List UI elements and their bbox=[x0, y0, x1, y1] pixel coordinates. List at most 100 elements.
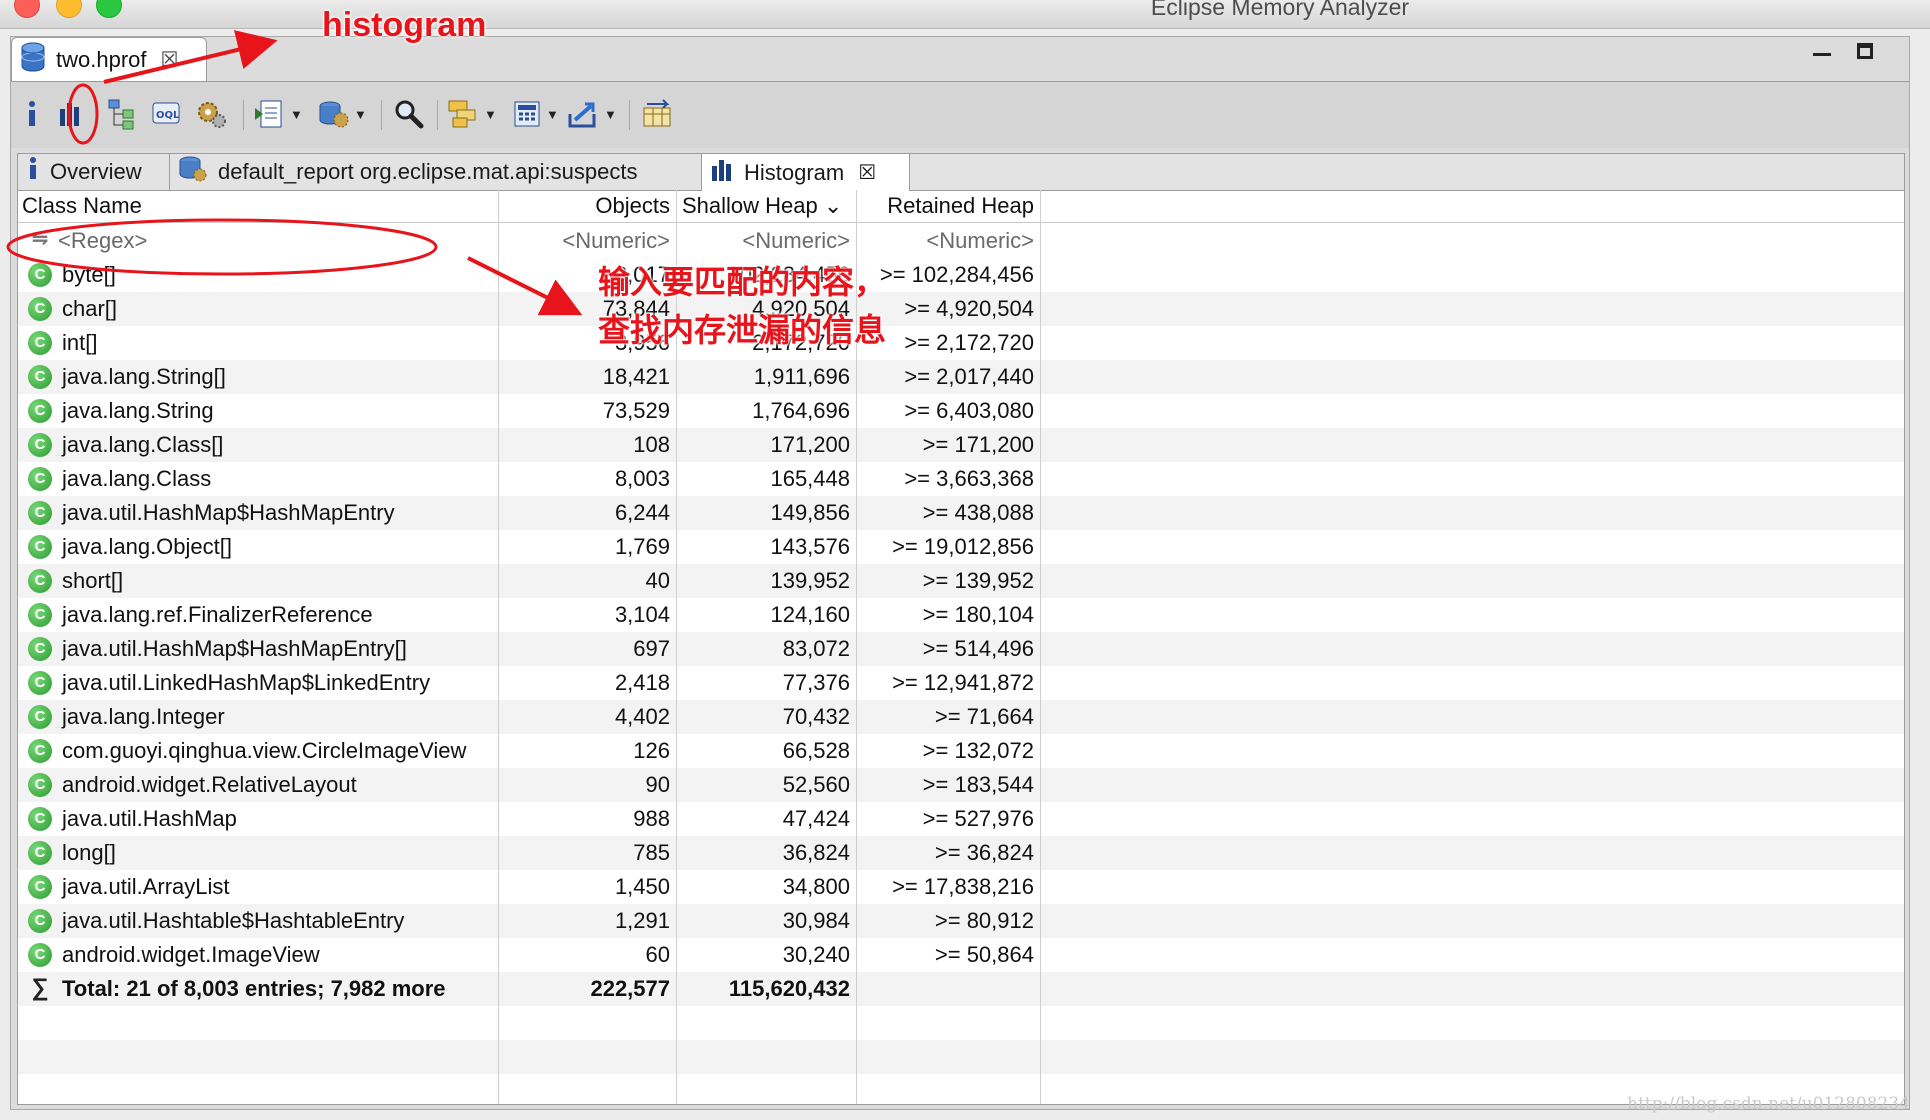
class-name-cell: java.lang.ref.FinalizerReference bbox=[62, 602, 373, 627]
chevron-down-icon[interactable]: ▼ bbox=[604, 107, 617, 122]
class-name-cell: java.lang.Integer bbox=[62, 704, 225, 729]
minimize-icon[interactable] bbox=[1813, 53, 1831, 56]
table-row[interactable]: Cjava.util.LinkedHashMap$LinkedEntry 2,41… bbox=[18, 666, 1904, 700]
retained-heap-numeric-filter[interactable]: <Numeric> bbox=[856, 224, 1040, 258]
objects-cell: 40 bbox=[645, 568, 670, 593]
window-controls bbox=[1813, 43, 1873, 59]
column-header-class-name[interactable]: Class Name bbox=[18, 190, 498, 222]
editor-tab-two-hprof[interactable]: two.hprof ☒ bbox=[11, 37, 207, 81]
chevron-down-icon[interactable]: ▼ bbox=[290, 107, 303, 122]
table-row[interactable]: Cjava.lang.Class[] 108 171,200 >= 171,200 bbox=[18, 428, 1904, 462]
calculate-heap-button[interactable]: ▼ bbox=[511, 96, 559, 132]
table-row[interactable]: Cjava.lang.ref.FinalizerReference 3,104 12… bbox=[18, 598, 1904, 632]
table-row[interactable]: Cjava.lang.Class 8,003 165,448 >= 3,663,368 bbox=[18, 462, 1904, 496]
table-row[interactable]: Cjava.lang.Integer 4,402 70,432 >= 71,664 bbox=[18, 700, 1904, 734]
shallow-heap-numeric-filter[interactable]: <Numeric> bbox=[676, 224, 856, 258]
tab-default-report[interactable]: default_report org.eclipse.mat.api:suspe… bbox=[170, 154, 702, 190]
column-divider[interactable] bbox=[498, 190, 499, 1104]
objects-cell: 6,244 bbox=[614, 500, 670, 525]
table-row[interactable]: Cjava.util.HashMap$HashMapEntry 6,244 149,… bbox=[18, 496, 1904, 530]
total-row[interactable]: ∑ Total: 21 of 8,003 entries; 7,982 more 2… bbox=[18, 972, 1904, 1006]
tab-histogram[interactable]: Histogram ☒ bbox=[702, 154, 910, 191]
table-row[interactable]: Cjava.util.HashMap$HashMapEntry[] 697 83,0… bbox=[18, 632, 1904, 666]
objects-numeric-filter[interactable]: <Numeric> bbox=[498, 224, 676, 258]
overview-button[interactable] bbox=[23, 96, 41, 132]
retained-heap-cell: >= 3,663,368 bbox=[904, 466, 1034, 491]
table-row[interactable]: Candroid.widget.RelativeLayout 90 52,560 >=… bbox=[18, 768, 1904, 802]
objects-cell: 60 bbox=[645, 942, 670, 967]
class-name-cell: short[] bbox=[62, 568, 124, 593]
shallow-heap-cell: 66,528 bbox=[782, 738, 850, 763]
empty-row bbox=[18, 1040, 1904, 1074]
thread-overview-button[interactable] bbox=[195, 96, 229, 132]
close-icon[interactable]: ☒ bbox=[858, 160, 876, 185]
retained-heap-cell: >= 183,544 bbox=[922, 772, 1034, 797]
chevron-down-icon[interactable]: ▼ bbox=[354, 107, 367, 122]
objects-cell: 3,104 bbox=[614, 602, 670, 627]
export-button[interactable]: ▼ bbox=[567, 96, 617, 132]
maximize-icon[interactable] bbox=[1857, 43, 1873, 59]
retained-heap-cell: >= 2,017,440 bbox=[904, 364, 1034, 389]
column-header-retained-heap[interactable]: Retained Heap bbox=[856, 190, 1040, 222]
total-label: Total: 21 of 8,003 entries; 7,982 more bbox=[62, 976, 446, 1001]
close-icon[interactable]: ☒ bbox=[161, 47, 179, 72]
shallow-heap-cell: 165,448 bbox=[770, 466, 850, 491]
table-row[interactable]: Cbyte[] 8,017 102,284,456 >= 102,284,456 bbox=[18, 258, 1904, 292]
retained-heap-cell: >= 132,072 bbox=[922, 738, 1034, 763]
result-tabs: Overview default_report org.eclipse.mat.… bbox=[18, 154, 1904, 191]
class-name-cell: java.lang.String[] bbox=[62, 364, 226, 389]
table-row[interactable]: Cjava.lang.String[] 18,421 1,911,696 >= 2,0… bbox=[18, 360, 1904, 394]
group-by-button[interactable]: ▼ bbox=[447, 96, 497, 132]
window-title: Eclipse Memory Analyzer bbox=[1150, 0, 1410, 20]
column-header-shallow-heap[interactable]: Shallow Heap ⌄ bbox=[676, 190, 856, 222]
search-button[interactable] bbox=[393, 96, 425, 132]
compare-icon bbox=[643, 99, 671, 127]
table-row[interactable]: Cjava.util.ArrayList 1,450 34,800 >= 17,838… bbox=[18, 870, 1904, 904]
chevron-down-icon[interactable]: ▼ bbox=[484, 107, 497, 122]
column-header-label: Shallow Heap bbox=[682, 193, 818, 218]
class-name-cell: java.util.ArrayList bbox=[62, 874, 230, 899]
shallow-heap-cell: 30,240 bbox=[782, 942, 850, 967]
table-row[interactable]: Ccom.guoyi.qinghua.view.CircleImageView 1… bbox=[18, 734, 1904, 768]
dominator-tree-button[interactable] bbox=[107, 96, 137, 132]
table-row[interactable]: Cint[] 3,956 2,172,720 >= 2,172,720 bbox=[18, 326, 1904, 360]
oql-button[interactable]: OQL bbox=[151, 96, 185, 132]
shallow-heap-cell: 70,432 bbox=[782, 704, 850, 729]
dominator-tree-icon bbox=[108, 99, 134, 130]
table-row[interactable]: Cjava.lang.String 73,529 1,764,696 >= 6,403… bbox=[18, 394, 1904, 428]
table-row[interactable]: Cjava.lang.Object[] 1,769 143,576 >= 19,012… bbox=[18, 530, 1904, 564]
retained-heap-cell: >= 171,200 bbox=[922, 432, 1034, 457]
table-row[interactable]: Candroid.widget.ImageView 60 30,240 >= 50,8… bbox=[18, 938, 1904, 972]
shallow-heap-cell: 34,800 bbox=[782, 874, 850, 899]
chevron-down-icon[interactable]: ▼ bbox=[546, 107, 559, 122]
table-row[interactable]: Cjava.util.HashMap 988 47,424 >= 527,976 bbox=[18, 802, 1904, 836]
table-row[interactable]: Cchar[] 73,844 4,920,504 >= 4,920,504 bbox=[18, 292, 1904, 326]
histogram-button[interactable] bbox=[57, 96, 83, 132]
report-icon bbox=[255, 100, 282, 128]
retained-heap-cell: >= 438,088 bbox=[922, 500, 1034, 525]
histogram-icon bbox=[710, 157, 734, 189]
retained-heap-cell: >= 71,664 bbox=[934, 704, 1034, 729]
column-divider[interactable] bbox=[1040, 190, 1041, 1104]
tab-overview[interactable]: Overview bbox=[18, 154, 170, 190]
class-name-regex-filter[interactable]: <Regex> bbox=[18, 224, 498, 258]
compare-button[interactable] bbox=[641, 96, 673, 132]
shallow-heap-cell: 149,856 bbox=[770, 500, 850, 525]
table-row[interactable]: Cshort[] 40 139,952 >= 139,952 bbox=[18, 564, 1904, 598]
table-row[interactable]: Cjava.util.Hashtable$HashtableEntry 1,291… bbox=[18, 904, 1904, 938]
toolbar-separator bbox=[381, 100, 382, 130]
tab-label: default_report org.eclipse.mat.api:suspe… bbox=[218, 159, 638, 184]
objects-cell: 90 bbox=[645, 772, 670, 797]
objects-cell: 18,421 bbox=[602, 364, 670, 389]
shallow-heap-cell: 83,072 bbox=[782, 636, 850, 661]
retained-heap-cell: >= 36,824 bbox=[934, 840, 1034, 865]
objects-cell: 697 bbox=[633, 636, 670, 661]
table-row[interactable]: Clong[] 785 36,824 >= 36,824 bbox=[18, 836, 1904, 870]
column-header-objects[interactable]: Objects bbox=[498, 190, 676, 222]
class-name-cell: com.guoyi.qinghua.view.CircleImageView bbox=[62, 738, 467, 763]
histogram-table: Class Name Objects Shallow Heap ⌄ Retain… bbox=[18, 190, 1904, 1104]
run-report-button[interactable]: ▼ bbox=[253, 96, 303, 132]
oql-icon: OQL bbox=[152, 102, 180, 124]
class-name-cell: android.widget.ImageView bbox=[62, 942, 320, 967]
query-browser-button[interactable]: ▼ bbox=[317, 96, 367, 132]
